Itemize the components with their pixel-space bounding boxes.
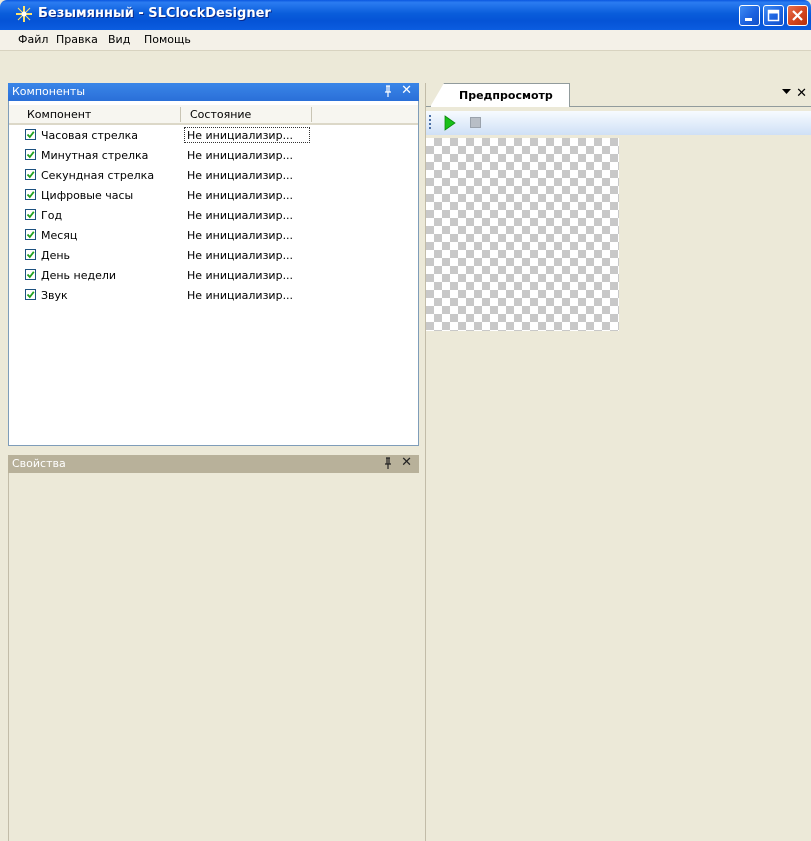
component-name: Секундная стрелка [41,169,155,182]
minimize-icon [745,18,752,21]
component-checkbox[interactable] [25,129,36,140]
component-state: Не инициализир... [187,249,294,262]
list-item[interactable]: Месяц Не инициализир... [9,225,418,245]
list-item[interactable]: Год Не инициализир... [9,205,418,225]
toolbar-grip[interactable] [429,115,431,131]
column-separator[interactable] [180,107,181,122]
component-state: Не инициализир... [187,209,294,222]
preview-tab-strip: Предпросмотр ✕ [426,83,811,107]
app-sparkle-icon [16,6,32,22]
window-title: Безымянный - SLClockDesigner [38,6,271,21]
menu-help[interactable]: Помощь [144,33,191,46]
preview-close-icon[interactable]: ✕ [796,86,807,101]
preview-toolbar [426,111,811,135]
component-name: День недели [41,269,117,282]
list-item[interactable]: Минутная стрелка Не инициализир... [9,145,418,165]
maximize-icon [767,9,780,22]
tab-preview[interactable]: Предпросмотр [430,83,570,107]
maximize-button[interactable] [763,5,784,26]
checkmark-icon [26,211,35,219]
component-checkbox[interactable] [25,189,36,200]
menu-edit[interactable]: Правка [56,33,98,46]
components-panel-header: Компоненты ✕ [8,83,419,101]
properties-panel-title: Свойства [12,457,66,470]
stop-icon[interactable] [470,117,481,128]
properties-panel-header: Свойства ✕ [8,455,419,473]
component-checkbox[interactable] [25,169,36,180]
list-item[interactable]: Звук Не инициализир... [9,285,418,305]
component-checkbox[interactable] [25,229,36,240]
component-state: Не инициализир... [187,229,294,242]
column-state[interactable]: Состояние [190,108,251,121]
menu-view[interactable]: Вид [108,33,130,46]
checkmark-icon [26,151,35,159]
component-checkbox[interactable] [25,209,36,220]
pin-icon[interactable] [383,456,393,470]
properties-close-icon[interactable]: ✕ [401,455,412,471]
components-list: Компонент Состояние Часовая стрелка Не ин… [8,101,419,446]
properties-panel [8,473,420,841]
focus-rectangle [184,127,310,143]
checkmark-icon [26,251,35,259]
component-checkbox[interactable] [25,149,36,160]
menu-bar: Файл Правка Вид Помощь [0,30,811,51]
tab-preview-label: Предпросмотр [459,89,553,102]
component-name: Год [41,209,63,222]
checkmark-icon [26,291,35,299]
component-name: Цифровые часы [41,189,134,202]
component-name: Месяц [41,229,78,242]
list-item[interactable]: Часовая стрелка Не инициализир... [9,125,418,145]
checkmark-icon [26,131,35,139]
column-separator[interactable] [311,107,312,122]
minimize-button[interactable] [739,5,760,26]
component-checkbox[interactable] [25,289,36,300]
column-component[interactable]: Компонент [27,108,91,121]
components-close-icon[interactable]: ✕ [401,83,412,99]
checkmark-icon [26,171,35,179]
list-item[interactable]: День Не инициализир... [9,245,418,265]
list-header: Компонент Состояние [9,105,418,125]
list-item[interactable]: День недели Не инициализир... [9,265,418,285]
vertical-splitter[interactable] [419,83,426,841]
component-name: Минутная стрелка [41,149,149,162]
checkmark-icon [26,231,35,239]
list-item[interactable]: Секундная стрелка Не инициализир... [9,165,418,185]
chevron-down-icon[interactable] [782,89,791,95]
preview-canvas [426,138,619,331]
component-name: День [41,249,71,262]
component-state: Не инициализир... [187,269,294,282]
components-panel-title: Компоненты [12,85,86,98]
component-state: Не инициализир... [187,289,294,302]
checkmark-icon [26,191,35,199]
component-checkbox[interactable] [25,249,36,260]
list-item[interactable]: Цифровые часы Не инициализир... [9,185,418,205]
component-state: Не инициализир... [187,149,294,162]
component-checkbox[interactable] [25,269,36,280]
close-window-button[interactable] [787,5,808,26]
pin-icon[interactable] [383,84,393,98]
menu-file[interactable]: Файл [18,33,48,46]
component-state: Не инициализир... [187,189,294,202]
close-icon [792,10,803,21]
title-bar: Безымянный - SLClockDesigner [0,0,811,30]
component-name: Звук [41,289,68,302]
component-name: Часовая стрелка [41,129,139,142]
play-icon[interactable] [444,115,456,131]
checkmark-icon [26,271,35,279]
component-state: Не инициализир... [187,169,294,182]
